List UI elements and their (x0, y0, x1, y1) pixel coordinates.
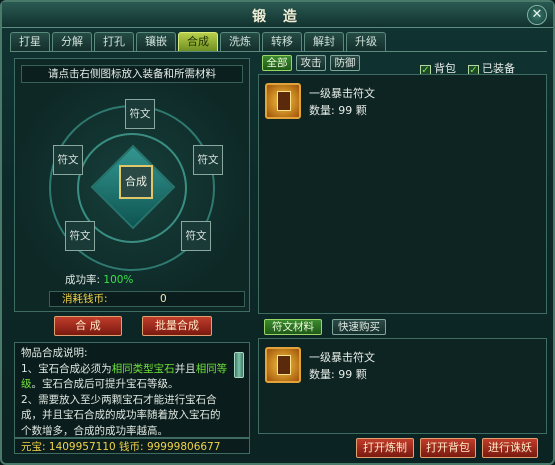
coin-label: 钱币: (119, 441, 144, 453)
title-bar: 锻 造 ✕ (2, 2, 553, 28)
tab-wash[interactable]: 洗炼 (220, 32, 260, 51)
tab-divider (10, 51, 547, 52)
filter-attack-button[interactable]: 攻击 (296, 55, 326, 71)
item-list-upper: 一级暴击符文 数量: 99 颗 (258, 74, 547, 314)
window-title: 锻 造 (252, 9, 303, 25)
tab-star[interactable]: 打星 (10, 32, 50, 51)
success-rate-value: 100% (103, 274, 134, 286)
rune-icon (265, 83, 301, 119)
material-slot-bottom-right[interactable]: 符文 (181, 221, 211, 251)
tab-synthesize[interactable]: 合成 (178, 32, 218, 51)
success-rate-label: 成功率: (65, 274, 101, 286)
item-list-lower: 一级暴击符文 数量: 99 颗 (258, 338, 547, 434)
filter-defense-button[interactable]: 防御 (330, 55, 360, 71)
material-slot-right[interactable]: 符文 (193, 145, 223, 175)
list-item[interactable]: 一级暴击符文 数量: 99 颗 (265, 347, 541, 387)
cost-value: 0 (160, 293, 167, 305)
yuanbao-label: 元宝: (21, 441, 46, 453)
tab-decompose[interactable]: 分解 (52, 32, 92, 51)
description-heading: 物品合成说明: (21, 347, 88, 359)
forge-window: 锻 造 ✕ 打星 分解 打孔 镶嵌 合成 洗炼 转移 解封 升级 请点击右侧图标… (0, 0, 555, 465)
result-slot[interactable]: 合成 (119, 165, 153, 199)
currency-bar: 元宝: 1409957110 钱币: 99999806677 (14, 438, 250, 454)
material-slot-top[interactable]: 符文 (125, 99, 155, 129)
success-rate: 成功率: 100% (65, 272, 133, 287)
synthesize-button[interactable]: 合 成 (54, 316, 122, 336)
tab-upgrade[interactable]: 升级 (346, 32, 386, 51)
description-rule-1: 1、宝石合成必须为相同类型宝石并且相同等级。宝石合成后可提升宝石等级。 (21, 362, 228, 391)
coin-value: 99999806677 (146, 441, 221, 453)
item-name: 一级暴击符文 (309, 87, 375, 100)
scrollbar-thumb[interactable] (234, 352, 244, 378)
material-slot-bottom-left[interactable]: 符文 (65, 221, 95, 251)
enchant-button[interactable]: 进行诛妖 (482, 438, 538, 458)
item-quantity: 数量: 99 颗 (309, 104, 367, 117)
description-scrollbar[interactable] (233, 346, 245, 434)
yuanbao-value: 1409957110 (48, 441, 116, 453)
tab-unseal[interactable]: 解封 (304, 32, 344, 51)
close-icon[interactable]: ✕ (527, 5, 547, 25)
tab-transfer[interactable]: 转移 (262, 32, 302, 51)
cost-label: 消耗钱币: (62, 293, 108, 305)
item-name: 一级暴击符文 (309, 351, 375, 364)
item-quantity: 数量: 99 颗 (309, 368, 367, 381)
tab-inlay[interactable]: 镶嵌 (136, 32, 176, 51)
synthesis-description: 物品合成说明: 1、宝石合成必须为相同类型宝石并且相同等级。宝石合成后可提升宝石… (14, 342, 250, 438)
tab-punch[interactable]: 打孔 (94, 32, 134, 51)
material-slot-left[interactable]: 符文 (53, 145, 83, 175)
description-rule-2: 2、需要放入至少两颗宝石才能进行宝石合成，并且宝石合成的成功率随着放入宝石的个数… (21, 393, 221, 437)
cost-field: 消耗钱币: 0 (49, 291, 245, 307)
quick-buy-button[interactable]: 快速购买 (332, 319, 386, 335)
open-bag-button[interactable]: 打开背包 (420, 438, 476, 458)
batch-synthesize-button[interactable]: 批量合成 (142, 316, 212, 336)
rune-icon (265, 347, 301, 383)
open-refine-button[interactable]: 打开炼制 (356, 438, 414, 458)
list-item[interactable]: 一级暴击符文 数量: 99 颗 (265, 83, 541, 123)
rune-material-button[interactable]: 符文材料 (264, 319, 322, 335)
instruction-hint: 请点击右侧图标放入装备和所需材料 (21, 65, 243, 83)
forge-tabs: 打星 分解 打孔 镶嵌 合成 洗炼 转移 解封 升级 (10, 32, 386, 52)
filter-all-button[interactable]: 全部 (262, 55, 292, 71)
synthesis-panel: 请点击右侧图标放入装备和所需材料 符文 符文 符文 符文 符文 合成 成功率: … (14, 58, 250, 312)
